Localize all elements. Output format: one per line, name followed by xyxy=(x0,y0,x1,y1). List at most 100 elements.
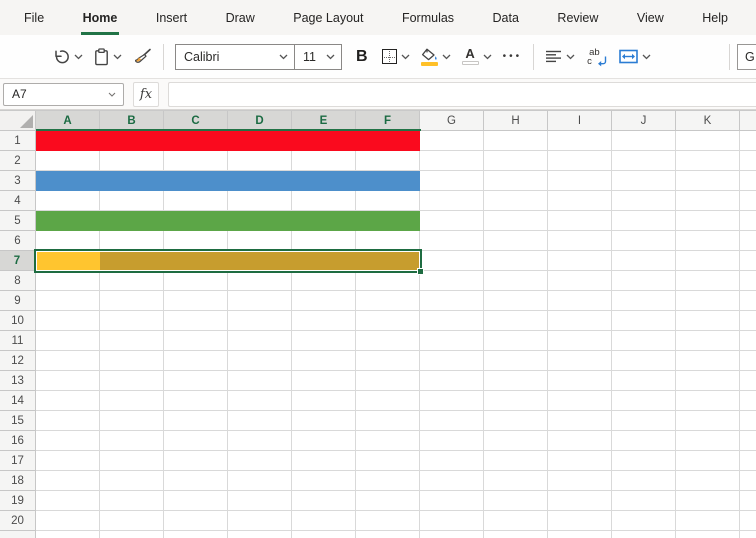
cell-E9[interactable] xyxy=(292,291,356,311)
cell-K7[interactable] xyxy=(676,251,740,271)
cell-H6[interactable] xyxy=(484,231,548,251)
cell-I2[interactable] xyxy=(548,151,612,171)
cell-E8[interactable] xyxy=(292,271,356,291)
cell-D9[interactable] xyxy=(228,291,292,311)
cell-G15[interactable] xyxy=(420,411,484,431)
select-all-corner[interactable] xyxy=(0,111,36,131)
cell-B6[interactable] xyxy=(100,231,164,251)
cell-A21[interactable] xyxy=(36,531,100,538)
cell-K12[interactable] xyxy=(676,351,740,371)
cell-E4[interactable] xyxy=(292,191,356,211)
paste-button[interactable] xyxy=(94,47,122,66)
cell-J21[interactable] xyxy=(612,531,676,538)
cell-F9[interactable] xyxy=(356,291,420,311)
row-header-1[interactable]: 1 xyxy=(0,131,36,151)
cell-I5[interactable] xyxy=(548,211,612,231)
cell-J12[interactable] xyxy=(612,351,676,371)
number-format-select[interactable]: G xyxy=(737,44,756,70)
cell-B10[interactable] xyxy=(100,311,164,331)
cell-E14[interactable] xyxy=(292,391,356,411)
cell-F11[interactable] xyxy=(356,331,420,351)
cell-L9[interactable] xyxy=(740,291,756,311)
row-header-19[interactable]: 19 xyxy=(0,491,36,511)
cell-D15[interactable] xyxy=(228,411,292,431)
cell-G6[interactable] xyxy=(420,231,484,251)
cell-B2[interactable] xyxy=(100,151,164,171)
cell-H4[interactable] xyxy=(484,191,548,211)
cell-A9[interactable] xyxy=(36,291,100,311)
cell-G1[interactable] xyxy=(420,131,484,151)
row-header-7[interactable]: 7 xyxy=(0,251,36,271)
cell-F19[interactable] xyxy=(356,491,420,511)
cell-A10[interactable] xyxy=(36,311,100,331)
cell-D8[interactable] xyxy=(228,271,292,291)
cell-J3[interactable] xyxy=(612,171,676,191)
cell-D2[interactable] xyxy=(228,151,292,171)
column-header-I[interactable]: I xyxy=(548,111,612,131)
cell-B8[interactable] xyxy=(100,271,164,291)
row-header-10[interactable]: 10 xyxy=(0,311,36,331)
row-header-11[interactable]: 11 xyxy=(0,331,36,351)
cell-E19[interactable] xyxy=(292,491,356,511)
cell-I14[interactable] xyxy=(548,391,612,411)
cell-C2[interactable] xyxy=(164,151,228,171)
cell-G7[interactable] xyxy=(420,251,484,271)
more-formatting-button[interactable]: ••• xyxy=(503,51,523,62)
cell-C16[interactable] xyxy=(164,431,228,451)
cell-C12[interactable] xyxy=(164,351,228,371)
row-header-21[interactable] xyxy=(0,531,36,538)
cell-H12[interactable] xyxy=(484,351,548,371)
cell-J10[interactable] xyxy=(612,311,676,331)
cell-C11[interactable] xyxy=(164,331,228,351)
row-header-6[interactable]: 6 xyxy=(0,231,36,251)
cell-C17[interactable] xyxy=(164,451,228,471)
tab-review[interactable]: Review xyxy=(555,0,600,35)
cell-D20[interactable] xyxy=(228,511,292,531)
cell-K10[interactable] xyxy=(676,311,740,331)
cell-K5[interactable] xyxy=(676,211,740,231)
cell-L12[interactable] xyxy=(740,351,756,371)
cell-C20[interactable] xyxy=(164,511,228,531)
cell-H11[interactable] xyxy=(484,331,548,351)
cell-K16[interactable] xyxy=(676,431,740,451)
cell-H16[interactable] xyxy=(484,431,548,451)
cell-K3[interactable] xyxy=(676,171,740,191)
cell-G11[interactable] xyxy=(420,331,484,351)
cell-J1[interactable] xyxy=(612,131,676,151)
cell-B9[interactable] xyxy=(100,291,164,311)
row-header-17[interactable]: 17 xyxy=(0,451,36,471)
cell-I8[interactable] xyxy=(548,271,612,291)
cell-G5[interactable] xyxy=(420,211,484,231)
cell-G2[interactable] xyxy=(420,151,484,171)
font-size-select[interactable]: 11 xyxy=(294,43,342,70)
cell-K19[interactable] xyxy=(676,491,740,511)
tab-draw[interactable]: Draw xyxy=(224,0,257,35)
cell-H19[interactable] xyxy=(484,491,548,511)
cell-K20[interactable] xyxy=(676,511,740,531)
column-header-C[interactable]: C xyxy=(164,111,228,131)
cell-A11[interactable] xyxy=(36,331,100,351)
font-name-select[interactable]: Calibri xyxy=(175,43,295,70)
row-header-4[interactable]: 4 xyxy=(0,191,36,211)
cell-H1[interactable] xyxy=(484,131,548,151)
cell-A19[interactable] xyxy=(36,491,100,511)
cell-G18[interactable] xyxy=(420,471,484,491)
cell-A18[interactable] xyxy=(36,471,100,491)
tab-file[interactable]: File xyxy=(22,0,46,35)
cell-B4[interactable] xyxy=(100,191,164,211)
bold-button[interactable]: B xyxy=(353,48,371,66)
column-header-E[interactable]: E xyxy=(292,111,356,131)
cell-K13[interactable] xyxy=(676,371,740,391)
row-header-9[interactable]: 9 xyxy=(0,291,36,311)
cell-E13[interactable] xyxy=(292,371,356,391)
font-color-button[interactable]: A xyxy=(461,47,492,65)
cell-D14[interactable] xyxy=(228,391,292,411)
cell-I20[interactable] xyxy=(548,511,612,531)
cell-E16[interactable] xyxy=(292,431,356,451)
cell-I11[interactable] xyxy=(548,331,612,351)
cell-K6[interactable] xyxy=(676,231,740,251)
cell-D16[interactable] xyxy=(228,431,292,451)
cell-A20[interactable] xyxy=(36,511,100,531)
borders-button[interactable] xyxy=(381,49,410,64)
column-header-B[interactable]: B xyxy=(100,111,164,131)
